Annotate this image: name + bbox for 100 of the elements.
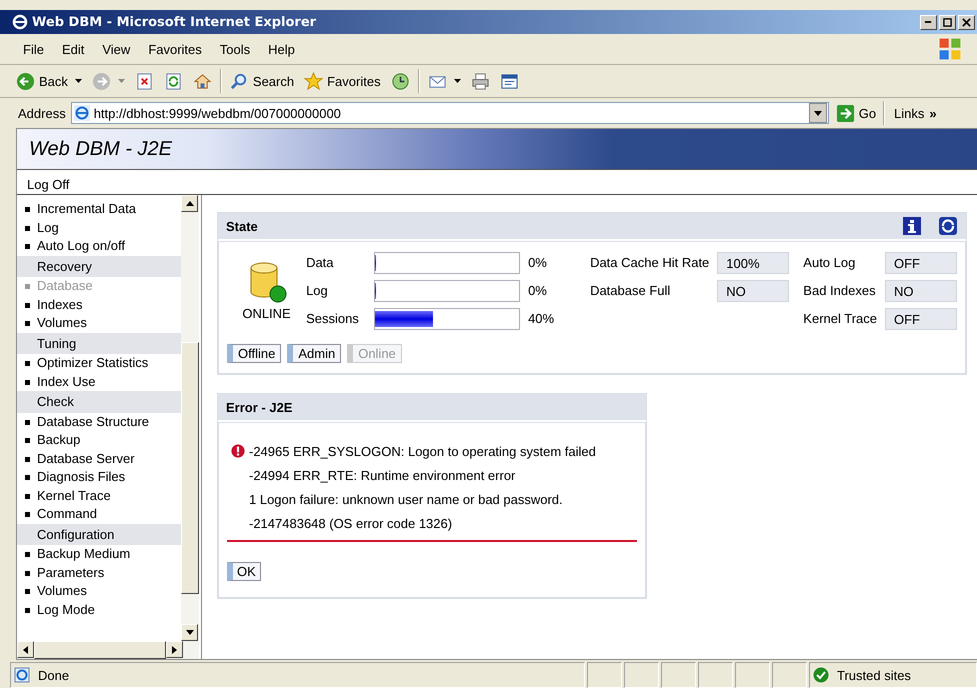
field-label: Auto Log — [803, 254, 856, 272]
menu-item[interactable]: View — [93, 42, 140, 56]
right-arrow-icon — [172, 646, 177, 654]
sidebar-item[interactable]: Command — [17, 505, 181, 524]
caret-icon — [454, 79, 461, 83]
error-message: -24994 ERR_RTE: Runtime environment error — [249, 468, 516, 482]
edit-icon[interactable] — [500, 72, 519, 90]
links-button[interactable]: Links — [890, 106, 924, 120]
error-message: -24965 ERR_SYSLOGON: Logon to operating system failed — [249, 444, 596, 458]
panel-title: State — [226, 218, 258, 234]
scroll-left-button[interactable] — [17, 641, 34, 658]
minimize-icon — [924, 21, 933, 23]
printer-icon[interactable] — [470, 72, 490, 90]
menu-item[interactable]: File — [14, 42, 53, 56]
up-arrow-icon — [186, 201, 194, 206]
check-icon — [813, 667, 829, 683]
scroll-thumb[interactable] — [181, 342, 199, 594]
app-title: Web DBM - J2E — [28, 138, 172, 160]
search-button[interactable]: Search — [228, 72, 296, 90]
address-field[interactable]: http://dbhost:9999/webdbm/007000000000 — [70, 102, 829, 124]
error-message: 1 Logon failure: unknown user name or bad password. — [249, 492, 563, 506]
sidebar-item[interactable]: Kernel Trace — [17, 486, 181, 505]
field-label: Bad Indexes — [803, 282, 877, 300]
stop-icon[interactable] — [134, 72, 154, 90]
caret-icon — [118, 79, 125, 83]
error-message: -2147483648 (OS error code 1326) — [249, 516, 452, 530]
value-field: NO — [717, 280, 790, 302]
page-icon — [14, 667, 30, 683]
page-icon — [74, 105, 90, 121]
favorites-button[interactable]: Favorites — [302, 72, 383, 90]
vertical-scrollbar[interactable] — [181, 195, 199, 641]
sidebar-item[interactable]: Log — [17, 218, 181, 237]
horizontal-scrollbar[interactable] — [17, 641, 199, 659]
browser-icon — [12, 14, 28, 30]
value-field: OFF — [885, 308, 957, 330]
meter-reading: 0% — [527, 254, 548, 272]
state-button[interactable]: Offline — [227, 344, 282, 363]
sidebar-item[interactable]: Backup Medium — [17, 545, 181, 564]
sidebar-group: Configuration — [17, 524, 181, 545]
left-arrow-icon — [23, 646, 28, 654]
meter-reading: 40% — [527, 310, 556, 328]
value-field: 100% — [717, 252, 790, 274]
menu-item[interactable]: Tools — [210, 42, 260, 56]
more-chevron[interactable]: » — [929, 106, 937, 120]
sidebar-item[interactable]: Parameters — [17, 564, 181, 582]
sidebar-item[interactable]: Diagnosis Files — [17, 468, 181, 486]
close-button[interactable] — [958, 14, 975, 30]
sidebar-item[interactable]: Backup — [17, 431, 181, 450]
sidebar-item[interactable]: Volumes — [17, 314, 181, 332]
scroll-right-button[interactable] — [166, 641, 183, 658]
error-icon — [231, 444, 245, 458]
go-button[interactable]: Go — [834, 104, 878, 122]
history-icon[interactable] — [390, 72, 410, 90]
sidebar-item[interactable]: Index Use — [17, 372, 181, 391]
meter-label: Sessions — [306, 310, 360, 328]
scroll-down-button[interactable] — [181, 624, 198, 641]
status-bar-pane — [698, 662, 733, 688]
refresh-icon[interactable] — [938, 216, 958, 236]
menu-item[interactable]: Edit — [52, 42, 94, 56]
window-title: Web DBM - Microsoft Internet Explorer — [32, 14, 318, 30]
caret-icon[interactable] — [814, 110, 822, 116]
ok-button[interactable]: OK — [227, 562, 261, 581]
search-icon — [230, 72, 249, 90]
info-icon[interactable] — [902, 216, 922, 236]
status-bar-pane — [772, 662, 807, 688]
status-text: Done — [38, 668, 70, 682]
menu-item[interactable]: Help — [259, 42, 304, 56]
sidebar-item[interactable]: Log Mode — [17, 600, 181, 619]
minimize-button[interactable] — [920, 14, 937, 30]
scroll-up-button[interactable] — [181, 195, 198, 212]
security-zone: Trusted sites — [837, 668, 911, 682]
sidebar-item[interactable]: Database Structure — [17, 412, 181, 431]
sidebar-item[interactable]: Indexes — [17, 296, 181, 314]
scroll-thumb[interactable] — [34, 641, 166, 659]
meter-label: Log — [306, 282, 329, 300]
meter-reading: 0% — [527, 282, 548, 300]
field-label: Database Full — [590, 282, 672, 300]
sidebar-item[interactable]: Incremental Data — [17, 200, 181, 218]
value-field: OFF — [885, 252, 957, 274]
sidebar-group: Recovery — [17, 256, 181, 277]
down-arrow-icon — [186, 630, 194, 635]
meter-label: Data — [306, 254, 335, 272]
windows-logo-icon — [937, 36, 963, 62]
sidebar-item[interactable]: Volumes — [17, 582, 181, 600]
field-label: Kernel Trace — [803, 310, 877, 328]
maximize-button[interactable] — [939, 14, 956, 30]
home-icon[interactable] — [192, 72, 212, 90]
close-icon — [962, 18, 971, 26]
state-button[interactable]: Admin — [287, 344, 342, 363]
status-bar-pane — [624, 662, 659, 688]
back-button[interactable]: Back — [14, 72, 84, 90]
sidebar-item[interactable]: Auto Log on/off — [17, 237, 181, 256]
menu-item[interactable]: Favorites — [139, 42, 211, 56]
maximize-icon — [943, 18, 952, 26]
address-label: Address — [18, 106, 66, 120]
log-off-link[interactable]: Log Off — [27, 177, 70, 192]
panel-title: Error - J2E — [226, 400, 292, 414]
status-bar-pane — [661, 662, 696, 688]
sidebar-item[interactable]: Optimizer Statistics — [17, 354, 181, 372]
sidebar-item[interactable]: Database Server — [17, 450, 181, 468]
